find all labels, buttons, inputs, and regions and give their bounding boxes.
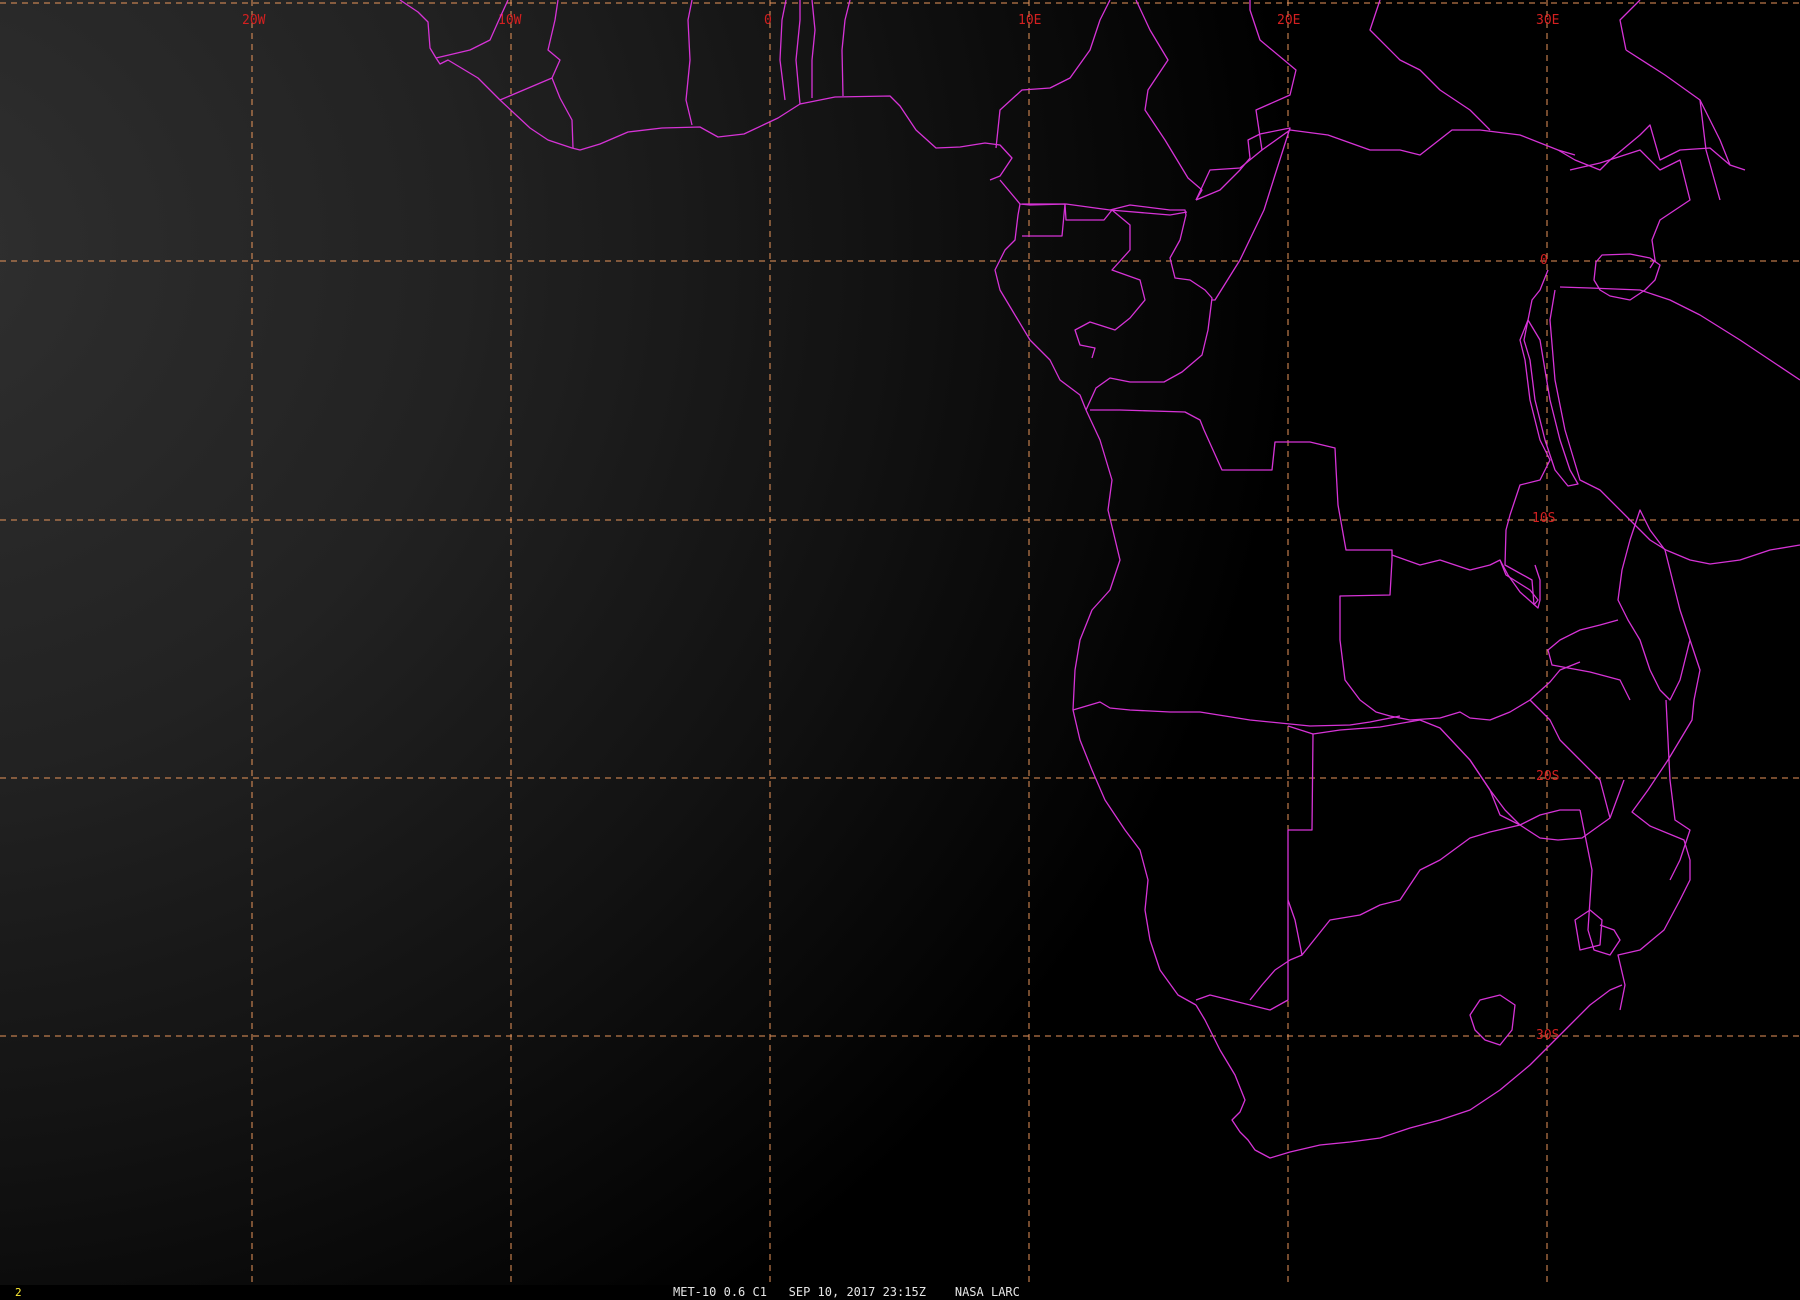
longitude-grid <box>251 0 1548 1285</box>
mozambique-border <box>1579 809 1621 956</box>
malawi-border <box>1617 509 1691 701</box>
label-20w: 20W <box>242 13 266 28</box>
south-africa-border <box>1249 954 1303 1001</box>
label-30e: 30E <box>1536 13 1559 28</box>
togo-border <box>795 0 801 105</box>
zambia-south-border <box>1389 661 1581 721</box>
caption-source: NASA LARC <box>954 1285 1020 1299</box>
ghana-east-border <box>779 0 787 101</box>
label-0lat: 0 <box>1540 253 1548 268</box>
nigeria-border <box>841 0 851 97</box>
label-10e: 10E <box>1018 13 1041 28</box>
uganda-border <box>1569 149 1691 269</box>
label-20s: 20S <box>1536 769 1559 784</box>
sierra-leone-border <box>435 0 509 59</box>
angola-namibia-border <box>1072 701 1401 727</box>
drc-east-border <box>1391 554 1539 606</box>
nigeria-cameroon-border <box>995 0 1111 149</box>
caption-satellite: MET-10 <box>673 1285 717 1299</box>
ghana-west-border <box>685 0 693 126</box>
south-africa-coast <box>1195 984 1623 1159</box>
car-north-border <box>1195 129 1576 201</box>
gabon-coast <box>994 203 1087 411</box>
tanzania-south <box>1665 544 1800 565</box>
zambia-mozambique-border <box>1547 619 1631 701</box>
chad-border <box>1135 0 1203 201</box>
label-30s: 30S <box>1536 1028 1559 1043</box>
drc-angola-border <box>1090 409 1393 560</box>
caprivi-border <box>1312 719 1521 826</box>
angola-east-border <box>1339 559 1393 717</box>
latitude-grid <box>0 2 1800 1037</box>
map-canvas: 20W 10W 0 10E 20E 30E 0 10S 20S 30S <box>0 0 1800 1285</box>
status-bar: 2 MET-10 0.6 C1 SEP 10, 2017 23:15Z NASA… <box>0 1285 1800 1300</box>
ethiopia-border <box>1619 0 1731 166</box>
lesotho-border <box>1469 994 1516 1046</box>
image-caption: MET-10 0.6 C1 SEP 10, 2017 23:15Z NASA L… <box>673 1285 1020 1300</box>
zimbabwe-north <box>1529 699 1611 819</box>
caption-band: 0.6 <box>723 1285 746 1299</box>
grid-labels: 20W 10W 0 10E 20E 30E 0 10S 20S 30S <box>242 13 1559 1043</box>
benin-border <box>811 0 816 98</box>
caption-channel: C1 <box>752 1285 767 1299</box>
tanganyika <box>1523 319 1579 487</box>
ivory-coast-border <box>551 77 574 149</box>
angola-coast <box>1072 409 1121 711</box>
label-10s: 10S <box>1532 511 1555 526</box>
frame-number: 2 <box>15 1286 22 1299</box>
tanzania-border <box>1559 286 1800 381</box>
gabon-east-border <box>1064 203 1146 359</box>
cameroon-east-border <box>999 179 1188 216</box>
namibia-coast <box>1072 709 1197 1006</box>
botswana-border <box>1287 809 1580 956</box>
congo-border <box>1085 204 1213 411</box>
country-boundaries <box>399 0 1800 1159</box>
mozambique-coast <box>1617 639 1701 1011</box>
south-sudan-border <box>1557 124 1746 171</box>
sudan-border <box>1369 0 1491 131</box>
label-20e: 20E <box>1277 13 1300 28</box>
mozambique-inner <box>1665 699 1691 881</box>
tanzania-west <box>1549 289 1667 551</box>
eq-guinea-border <box>1022 203 1066 237</box>
west-africa-coastline <box>399 0 1013 181</box>
namibia-east-border <box>1195 725 1314 1011</box>
label-0lon: 0 <box>764 13 772 28</box>
congo-drc-border <box>1195 127 1291 301</box>
caption-datetime: SEP 10, 2017 23:15Z <box>788 1285 926 1299</box>
south-sudan-east <box>1699 99 1721 201</box>
